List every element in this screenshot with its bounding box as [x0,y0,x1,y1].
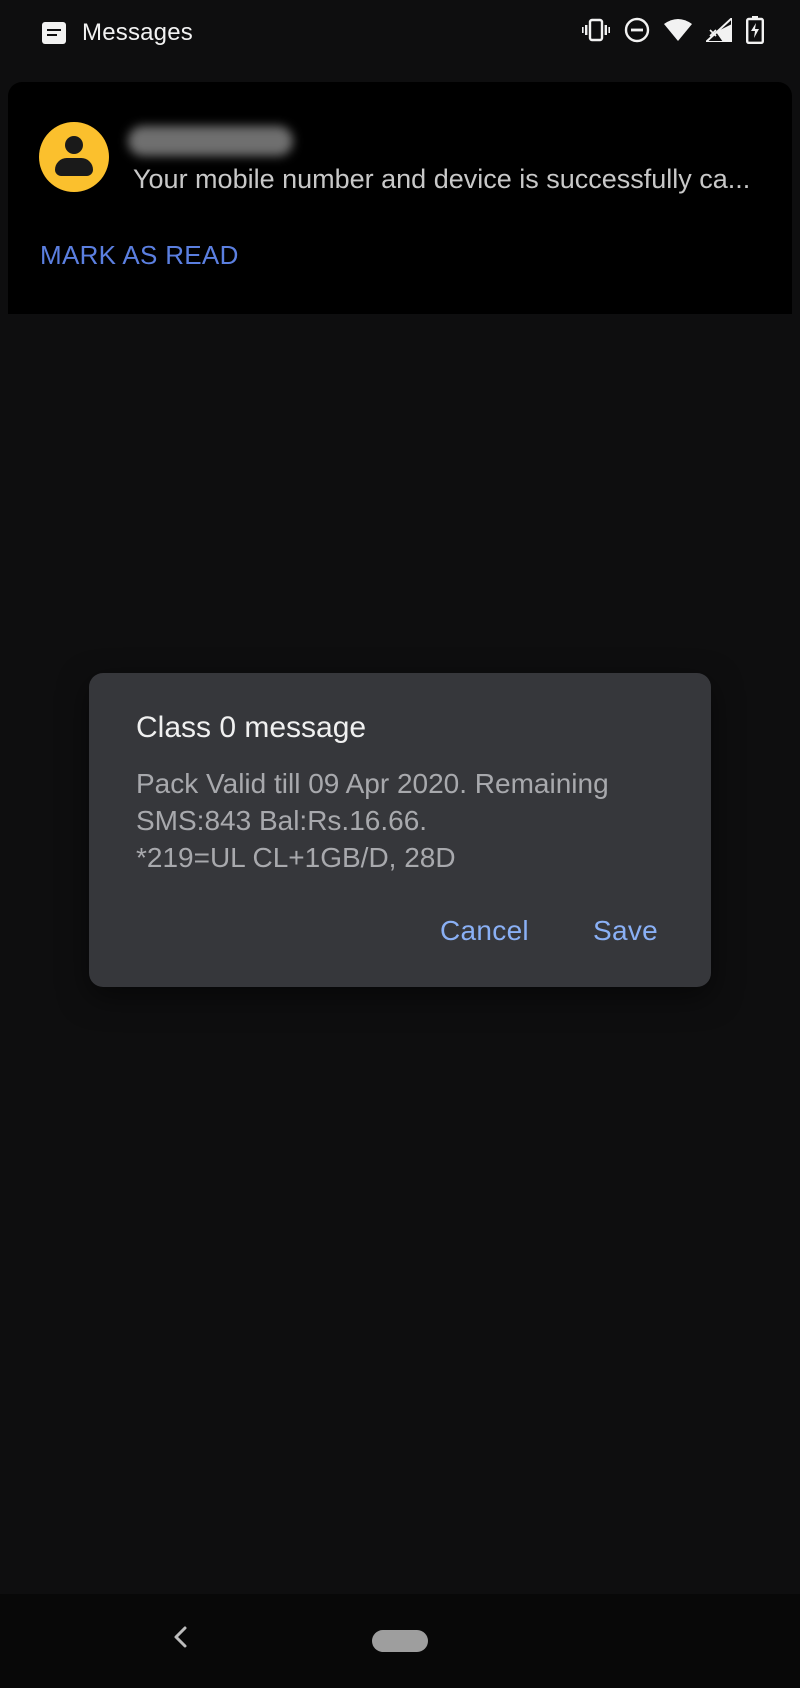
signal-icon [706,18,732,42]
messages-app-icon [42,22,66,44]
sender-name-redacted [128,126,293,156]
dialog-title: Class 0 message [136,711,367,744]
dialog-actions: Cancel Save [440,915,658,947]
class-0-message-dialog: Class 0 message Pack Valid till 09 Apr 2… [89,673,711,987]
vibrate-icon [582,18,610,42]
status-bar-left: Messages [42,19,193,47]
back-icon[interactable] [168,1622,192,1652]
dialog-body-line: SMS:843 Bal:Rs.16.66. [136,805,428,836]
person-icon-head [65,136,83,154]
home-pill-icon[interactable] [372,1630,428,1652]
mark-as-read-button[interactable]: MARK AS READ [40,240,239,271]
message-notification[interactable]: Your mobile number and device is success… [8,82,792,314]
phone-screen: Messages Your mobile number and device i… [0,0,800,1688]
save-button[interactable]: Save [593,915,658,947]
person-icon-body [55,158,93,176]
dialog-message-body: Pack Valid till 09 Apr 2020. Remaining S… [136,765,676,876]
wifi-icon [664,19,692,41]
status-bar: Messages [0,0,800,68]
navigation-bar [0,1594,800,1688]
contact-avatar [39,122,109,192]
cancel-button[interactable]: Cancel [440,915,529,947]
status-bar-right [582,16,764,44]
status-app-name: Messages [82,19,193,46]
do-not-disturb-icon [624,17,650,43]
dialog-body-line: *219=UL CL+1GB/D, 28D [136,842,456,873]
battery-charging-icon [746,16,764,44]
dialog-body-line: Pack Valid till 09 Apr 2020. Remaining [136,768,609,799]
notification-preview-text: Your mobile number and device is success… [133,164,751,194]
